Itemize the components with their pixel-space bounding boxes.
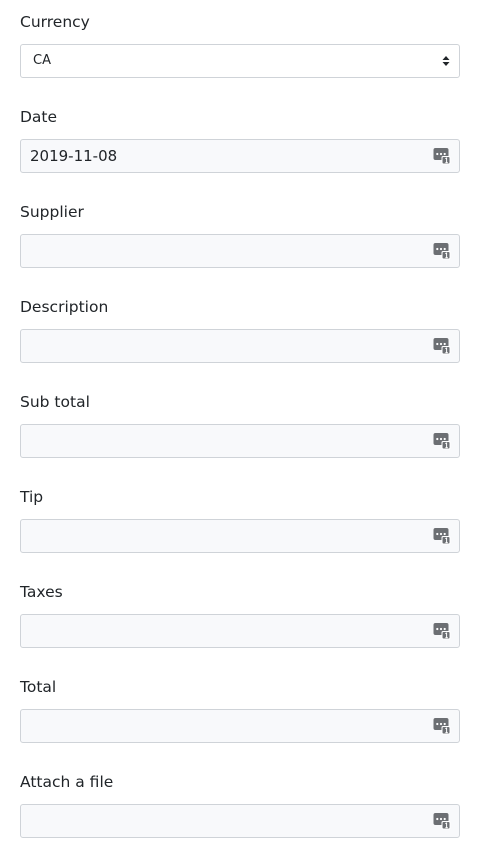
password-manager-icon[interactable] [433,432,451,450]
supplier-label: Supplier [20,203,84,221]
currency-select[interactable]: CA [20,44,460,78]
taxes-input[interactable] [20,614,460,648]
tip-input[interactable] [20,519,460,553]
password-manager-icon[interactable] [433,242,451,260]
taxes-label: Taxes [20,583,63,601]
password-manager-icon[interactable] [433,622,451,640]
expense-form: Currency CA Date 2019-11-08 Supplier Des… [0,0,501,856]
password-manager-icon[interactable] [433,147,451,165]
subtotal-label: Sub total [20,393,90,411]
attach-file-label: Attach a file [20,773,114,791]
description-input[interactable] [20,329,460,363]
password-manager-icon[interactable] [433,717,451,735]
supplier-input[interactable] [20,234,460,268]
password-manager-icon[interactable] [433,527,451,545]
password-manager-icon[interactable] [433,812,451,830]
description-label: Description [20,298,109,316]
attach-file-input[interactable] [20,804,460,838]
total-label: Total [20,678,57,696]
currency-label: Currency [20,13,90,31]
date-label: Date [20,108,58,126]
date-input[interactable]: 2019-11-08 [20,139,460,173]
subtotal-input[interactable] [20,424,460,458]
currency-select-value: CA [33,53,51,68]
select-arrows-icon [442,56,450,66]
total-input[interactable] [20,709,460,743]
tip-label: Tip [20,488,44,506]
date-input-value: 2019-11-08 [30,147,118,165]
password-manager-icon[interactable] [433,337,451,355]
